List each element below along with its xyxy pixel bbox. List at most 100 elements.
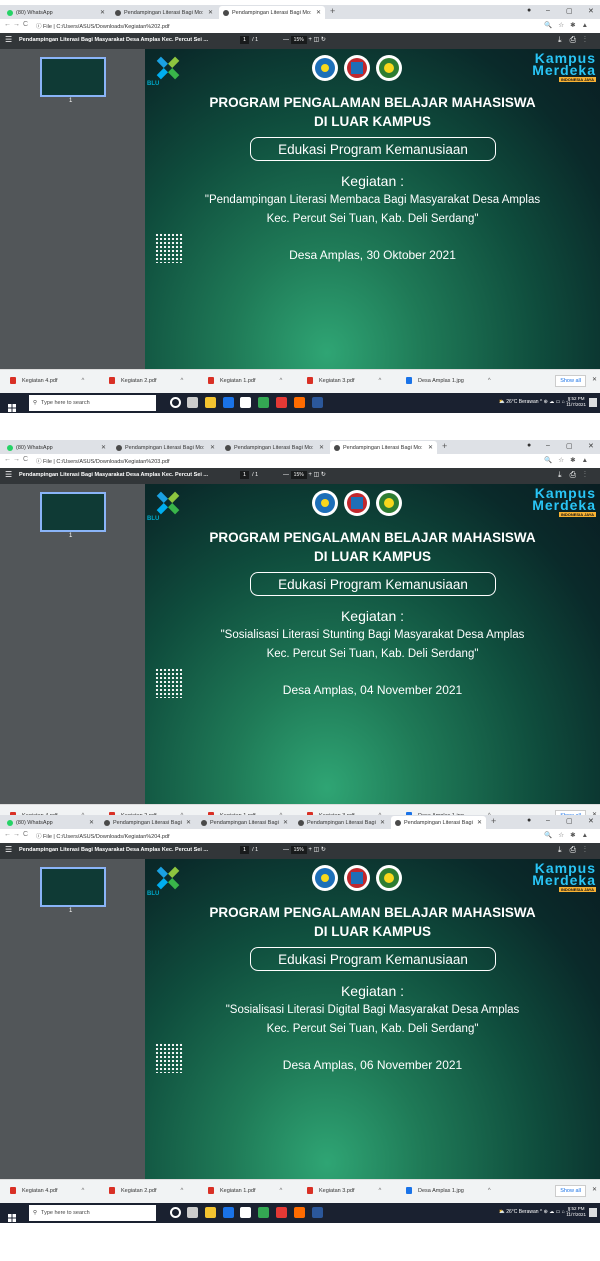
print-icon[interactable]: ⎙ [570,470,584,479]
zoom-out-icon[interactable]: — [283,472,291,478]
zoom-icon[interactable]: 🔍 [544,457,558,464]
zoom-level[interactable]: 15% [290,471,307,479]
show-all-button[interactable]: Show all [555,1185,586,1197]
maximize-icon[interactable]: ▢ [566,442,573,450]
cortana-icon[interactable] [170,1207,181,1218]
download-item[interactable]: Kegiatan 3.pdf ^ [307,1187,381,1194]
zoom-icon[interactable]: 🔍 [544,22,558,29]
browser-tab[interactable]: Pendampingan Literasi Bagi Mo: ✕ [112,441,219,454]
chevron-up-icon[interactable]: ^ [378,1188,381,1194]
rotate-icon[interactable]: ↻ [321,37,326,43]
zoom-in-icon[interactable]: + [307,37,314,43]
minimize-icon[interactable]: – [546,7,550,14]
download-item[interactable]: Kegiatan 2.pdf ^ [109,1187,183,1194]
task-view-icon[interactable] [187,397,198,408]
url-field[interactable]: ⓘ File | C:/Users/ASUS/Downloads/Kegiata… [36,457,170,465]
close-downloads-icon[interactable]: ✕ [592,1186,597,1193]
mail-icon[interactable] [223,1207,234,1218]
windows-start-icon[interactable] [8,1209,16,1222]
task-view-icon[interactable] [187,1207,198,1218]
page-thumbnail[interactable] [40,57,106,97]
file-explorer-icon[interactable] [205,397,216,408]
browser-tab[interactable]: Pendampingan Literasi Bagi ✕ [100,816,195,829]
chevron-up-icon[interactable]: ^ [488,1188,491,1194]
extensions-icon[interactable]: ✱ [570,22,581,29]
close-tab-icon[interactable]: ✕ [319,444,324,451]
browser-tab[interactable]: Pendampingan Literasi Bagi Mo: ✕ [221,441,328,454]
forward-icon[interactable]: → [13,21,20,28]
cortana-icon[interactable] [170,397,181,408]
close-tab-icon[interactable]: ✕ [101,444,106,451]
download-item[interactable]: Kegiatan 1.pdf ^ [208,1187,282,1194]
word-icon[interactable] [312,1207,323,1218]
minimize-icon[interactable]: – [546,817,550,824]
download-item[interactable]: Kegiatan 4.pdf ^ [10,377,84,384]
new-tab-icon[interactable]: + [491,816,496,826]
download-icon[interactable]: ⤓ [558,470,570,479]
taskbar-clock[interactable]: 9:52 PM11/7/2021 [566,1206,586,1218]
zoom-out-icon[interactable]: — [283,847,291,853]
url-field[interactable]: ⓘ File | C:/Users/ASUS/Downloads/Kegiata… [36,832,170,840]
close-tab-icon[interactable]: ✕ [186,819,191,826]
download-item[interactable]: Kegiatan 1.pdf ^ [208,377,282,384]
notification-icon[interactable] [589,398,597,407]
print-icon[interactable]: ⎙ [570,35,584,44]
taskbar-search[interactable]: ⚲ Type here to search [29,1205,156,1221]
zoom-icon[interactable]: 🔍 [544,832,558,839]
rotate-icon[interactable]: ↻ [321,472,326,478]
close-downloads-icon[interactable]: ✕ [592,376,597,383]
store-icon[interactable] [240,1207,251,1218]
profile-avatar-icon[interactable]: ▲ [582,457,594,464]
forward-icon[interactable]: → [13,456,20,463]
star-icon[interactable]: ☆ [558,832,570,839]
zoom-out-icon[interactable]: — [283,37,291,43]
extensions-icon[interactable]: ✱ [570,457,581,464]
back-icon[interactable]: ← [4,456,11,463]
chevron-up-icon[interactable]: ^ [488,378,491,384]
page-input[interactable]: 1 [240,36,250,44]
new-tab-icon[interactable]: + [442,441,447,451]
reload-icon[interactable]: C [23,456,28,463]
chrome-icon[interactable] [258,397,269,408]
star-icon[interactable]: ☆ [558,457,570,464]
minimize-icon[interactable]: – [546,442,550,449]
url-field[interactable]: ⓘ File | C:/Users/ASUS/Downloads/Kegiata… [36,22,170,30]
download-item[interactable]: Kegiatan 3.pdf ^ [307,377,381,384]
close-tab-icon[interactable]: ✕ [428,444,433,451]
browser-tab[interactable]: (80) WhatsApp ✕ [3,6,109,19]
chrome-icon[interactable] [258,1207,269,1218]
download-item[interactable]: Kegiatan 2.pdf ^ [109,377,183,384]
close-window-icon[interactable]: ✕ [588,7,594,15]
chevron-up-icon[interactable]: ^ [81,378,84,384]
rotate-icon[interactable]: ↻ [321,847,326,853]
close-tab-icon[interactable]: ✕ [89,819,94,826]
file-explorer-icon[interactable] [205,1207,216,1218]
menu-icon[interactable]: ☰ [5,845,12,854]
back-icon[interactable]: ← [4,831,11,838]
chevron-up-icon[interactable]: ^ [279,378,282,384]
profile-avatar-icon[interactable]: ▲ [582,832,594,839]
menu-icon[interactable]: ☰ [5,35,12,44]
download-item[interactable]: Kegiatan 4.pdf ^ [10,1187,84,1194]
show-all-button[interactable]: Show all [555,375,586,387]
forward-icon[interactable]: → [13,831,20,838]
close-tab-icon[interactable]: ✕ [477,819,482,826]
close-tab-icon[interactable]: ✕ [316,9,321,16]
mail-icon[interactable] [223,397,234,408]
office-icon[interactable] [276,1207,287,1218]
extensions-icon[interactable]: ✱ [570,832,581,839]
close-tab-icon[interactable]: ✕ [208,9,213,16]
star-icon[interactable]: ☆ [558,22,570,29]
word-icon[interactable] [312,397,323,408]
browser-tab[interactable]: Pendampingan Literasi Bagi Mo: ✕ [111,6,217,19]
download-icon[interactable]: ⤓ [558,35,570,44]
reload-icon[interactable]: C [23,831,28,838]
more-icon[interactable]: ⋮ [584,845,594,854]
taskbar-clock[interactable]: 9:52 PM11/7/2021 [566,396,586,408]
close-tab-icon[interactable]: ✕ [380,819,385,826]
profile-icon[interactable]: ● [527,7,531,14]
new-tab-icon[interactable]: + [330,6,335,16]
teams-icon[interactable] [294,397,305,408]
page-input[interactable]: 1 [240,471,250,479]
chevron-up-icon[interactable]: ^ [180,1188,183,1194]
